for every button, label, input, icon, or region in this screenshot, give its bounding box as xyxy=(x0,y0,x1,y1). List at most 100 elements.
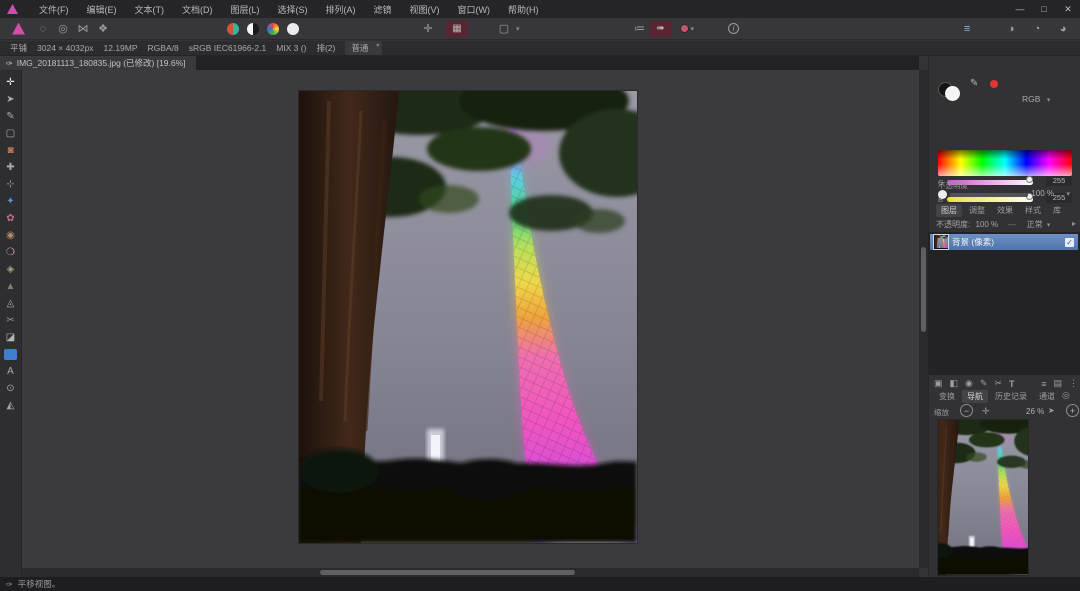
export-persona-icon[interactable]: ❖ xyxy=(93,22,113,35)
view-tool[interactable]: ✛ xyxy=(3,74,19,91)
color-swatch-icon[interactable] xyxy=(680,24,689,33)
develop-persona-icon[interactable]: ◎ xyxy=(53,22,73,35)
smudge-tool[interactable]: ◬ xyxy=(3,295,19,312)
navigator-tab-0[interactable]: 变换 xyxy=(934,390,960,403)
horizontal-scrollbar-thumb[interactable] xyxy=(320,570,575,575)
menu-item[interactable]: 排列(A) xyxy=(319,1,363,18)
menu-item[interactable]: 文档(D) xyxy=(175,1,220,18)
auto-colors-icon[interactable] xyxy=(267,23,279,35)
chevron-down-icon[interactable]: ▾ xyxy=(1047,222,1051,229)
menu-item[interactable]: 视图(V) xyxy=(403,1,447,18)
circle-icon[interactable]: ◔ xyxy=(1027,23,1047,35)
menu-item[interactable]: 编辑(E) xyxy=(80,1,124,18)
layers-button-0[interactable]: ▣ xyxy=(934,378,943,389)
blur-tool[interactable]: ✂ xyxy=(3,312,19,329)
color-picker-tool[interactable]: ✎ xyxy=(3,108,19,125)
info-icon[interactable]: i xyxy=(728,23,739,34)
dropper-icon[interactable]: ✎ xyxy=(970,78,978,89)
paint-brush-tool[interactable]: ✿ xyxy=(3,210,19,227)
auto-levels-icon[interactable] xyxy=(227,23,239,35)
layers-button-1[interactable]: ◧ xyxy=(950,378,959,389)
preset-dropdown[interactable]: 普通 xyxy=(345,41,382,55)
view-mode-dropdown[interactable]: ▢ xyxy=(494,22,514,35)
opacity-value[interactable]: 100 % xyxy=(1031,189,1054,198)
layers-button-6[interactable]: ≡ xyxy=(1041,379,1046,389)
menu-item[interactable]: 图层(L) xyxy=(224,1,267,18)
layers-tab-3[interactable]: 样式 xyxy=(1020,204,1046,217)
menu-item[interactable]: 窗口(W) xyxy=(451,1,498,18)
crop-tool[interactable]: ⊹ xyxy=(3,176,19,193)
opacity-knob[interactable] xyxy=(938,190,947,199)
text-tool[interactable]: A xyxy=(3,363,19,380)
menu-item[interactable]: 文本(T) xyxy=(128,1,172,18)
burn-brush-tool[interactable]: ▲ xyxy=(3,278,19,295)
move-tool[interactable]: ➤ xyxy=(3,91,19,108)
snapping-toggle[interactable]: ▦ xyxy=(446,21,468,37)
layer-row[interactable]: 背景 (像素) ✓ xyxy=(930,234,1078,250)
gradient-swatch[interactable] xyxy=(4,349,17,360)
marquee-tool[interactable]: ▢ xyxy=(3,125,19,142)
chevron-down-icon[interactable]: ▾ xyxy=(1066,190,1070,198)
chevron-down-icon[interactable]: ▾ xyxy=(691,25,695,33)
hamburger-icon[interactable]: ≡ xyxy=(957,23,977,35)
dodge-brush-tool[interactable]: ◈ xyxy=(3,261,19,278)
arrow-toggle[interactable]: ➠ xyxy=(650,21,672,37)
menu-item[interactable]: 选择(S) xyxy=(271,1,315,18)
menu-item[interactable]: 文件(F) xyxy=(32,1,76,18)
color-spectrum[interactable] xyxy=(938,150,1072,176)
tone-mapping-persona-icon[interactable]: ⋈ xyxy=(73,22,93,35)
menu-item[interactable]: 滤镜 xyxy=(367,1,399,18)
circle-icon[interactable]: ◑ xyxy=(1001,23,1021,35)
layers-button-8[interactable]: ⋮ xyxy=(1069,378,1078,389)
circle-icon[interactable]: ◕ xyxy=(1053,23,1073,35)
zoom-value[interactable]: 26 % xyxy=(1026,407,1044,416)
healing-brush-tool[interactable]: ❍ xyxy=(3,244,19,261)
close-button[interactable]: ✕ xyxy=(1056,0,1080,18)
green-slider-knob[interactable] xyxy=(1026,176,1033,183)
lock-icon[interactable]: ▸ xyxy=(1072,219,1076,228)
zoom-out-button[interactable]: − xyxy=(960,404,973,417)
clone-stamp-tool[interactable]: ◉ xyxy=(3,227,19,244)
layers-button-4[interactable]: ✂ xyxy=(994,378,1002,389)
layers-tab-0[interactable]: 图层 xyxy=(936,204,962,217)
opacity-track[interactable] xyxy=(950,193,1028,197)
layers-tab-1[interactable]: 调整 xyxy=(964,204,990,217)
auto-white-balance-icon[interactable] xyxy=(287,23,299,35)
recent-color-dot[interactable] xyxy=(990,80,998,88)
navigator-tab-2[interactable]: 历史记录 xyxy=(990,390,1032,403)
navigator-thumbnail[interactable] xyxy=(938,420,1028,575)
navigator-tab-3[interactable]: 通道 xyxy=(1034,390,1060,403)
lasso-tool[interactable]: ◙ xyxy=(3,142,19,159)
pan-icon[interactable]: ✛ xyxy=(982,406,990,417)
color-model-dropdown[interactable]: RGB ▾ xyxy=(1022,89,1050,107)
fill-swatch[interactable] xyxy=(945,86,960,101)
layers-opacity-value[interactable]: 100 % xyxy=(975,220,998,229)
crosshair-icon[interactable]: ✛ xyxy=(418,22,438,35)
layers-button-2[interactable]: ◉ xyxy=(965,378,973,389)
minimize-button[interactable]: — xyxy=(1008,0,1032,18)
maximize-button[interactable]: □ xyxy=(1032,0,1056,18)
assistant-list-icon[interactable]: ≔ xyxy=(630,22,650,35)
photo-document[interactable] xyxy=(299,91,637,543)
layer-visibility-checkbox[interactable]: ✓ xyxy=(1065,238,1074,247)
document-tab[interactable]: ✑ IMG_20181113_180835.jpg (已修改) [19.6%] xyxy=(0,56,196,70)
layers-button-3[interactable]: ✎ xyxy=(980,378,988,389)
layers-tab-2[interactable]: 效果 xyxy=(992,204,1018,217)
green-value[interactable]: 255 xyxy=(1046,176,1072,186)
photo-persona-icon[interactable] xyxy=(12,23,25,35)
search-icon[interactable]: ◎ xyxy=(1062,390,1070,401)
menu-item[interactable]: 帮助(H) xyxy=(501,1,546,18)
zoom-in-button[interactable]: + xyxy=(1066,404,1079,417)
auto-contrast-icon[interactable] xyxy=(247,23,259,35)
layers-tab-4[interactable]: 库 xyxy=(1048,204,1066,217)
vertical-scrollbar-thumb[interactable] xyxy=(921,247,926,332)
shape-tool[interactable]: ⊙ xyxy=(3,380,19,397)
layers-button-5[interactable]: T xyxy=(1009,379,1015,389)
blend-mode-dropdown[interactable]: 正常 xyxy=(1027,220,1043,229)
chevron-down-icon[interactable]: ▾ xyxy=(516,25,520,33)
eraser-tool[interactable]: ◪ xyxy=(3,329,19,346)
flood-select-tool[interactable]: ✦ xyxy=(3,193,19,210)
zoom-tool[interactable]: ◭ xyxy=(3,397,19,414)
selection-brush-tool[interactable]: ✚ xyxy=(3,159,19,176)
layers-button-7[interactable]: ▤ xyxy=(1053,378,1062,389)
